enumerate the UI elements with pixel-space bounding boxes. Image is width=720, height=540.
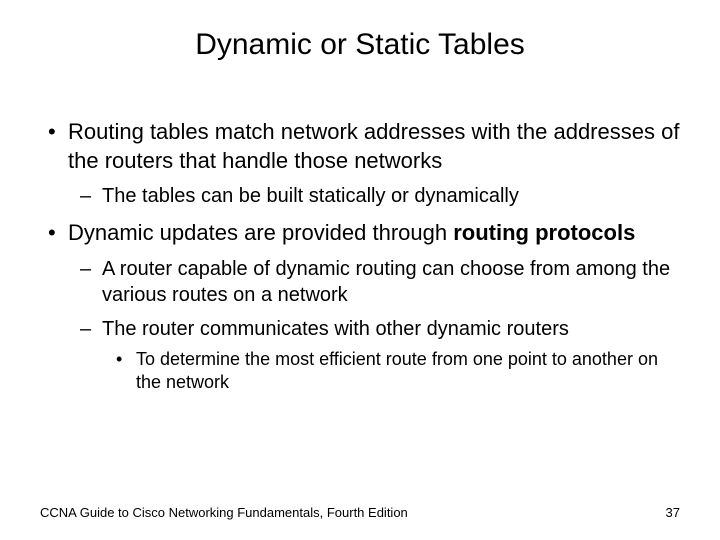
footer-page-number: 37: [666, 505, 680, 520]
bullet-2-pre: Dynamic updates are provided through: [68, 220, 453, 245]
bullet-1-sublist: The tables can be built statically or dy…: [68, 183, 680, 209]
bullet-2-sub2-a-text: To determine the most efficient route fr…: [136, 349, 658, 392]
slide: Dynamic or Static Tables Routing tables …: [0, 0, 720, 540]
bullet-2: Dynamic updates are provided through rou…: [40, 219, 680, 394]
bullet-1: Routing tables match network addresses w…: [40, 118, 680, 209]
bullet-2-sublist: A router capable of dynamic routing can …: [68, 256, 680, 395]
bullet-list-level1: Routing tables match network addresses w…: [40, 118, 680, 395]
bullet-1-sub1: The tables can be built statically or dy…: [68, 183, 680, 209]
bullet-2-sub2-text: The router communicates with other dynam…: [102, 318, 569, 340]
bullet-2-sub1-text: A router capable of dynamic routing can …: [102, 258, 670, 306]
slide-footer: CCNA Guide to Cisco Networking Fundament…: [40, 505, 680, 520]
bullet-2-sub2-sublist: To determine the most efficient route fr…: [102, 348, 680, 395]
bullet-2-sub1: A router capable of dynamic routing can …: [68, 256, 680, 308]
slide-content: Routing tables match network addresses w…: [40, 118, 680, 395]
bullet-2-sub2-a: To determine the most efficient route fr…: [102, 348, 680, 395]
bullet-1-sub1-text: The tables can be built statically or dy…: [102, 185, 519, 207]
footer-left: CCNA Guide to Cisco Networking Fundament…: [40, 505, 408, 520]
bullet-2-sub2: The router communicates with other dynam…: [68, 316, 680, 395]
slide-title: Dynamic or Static Tables: [40, 28, 680, 62]
bullet-2-bold: routing protocols: [453, 220, 635, 245]
bullet-1-text: Routing tables match network addresses w…: [68, 119, 679, 173]
